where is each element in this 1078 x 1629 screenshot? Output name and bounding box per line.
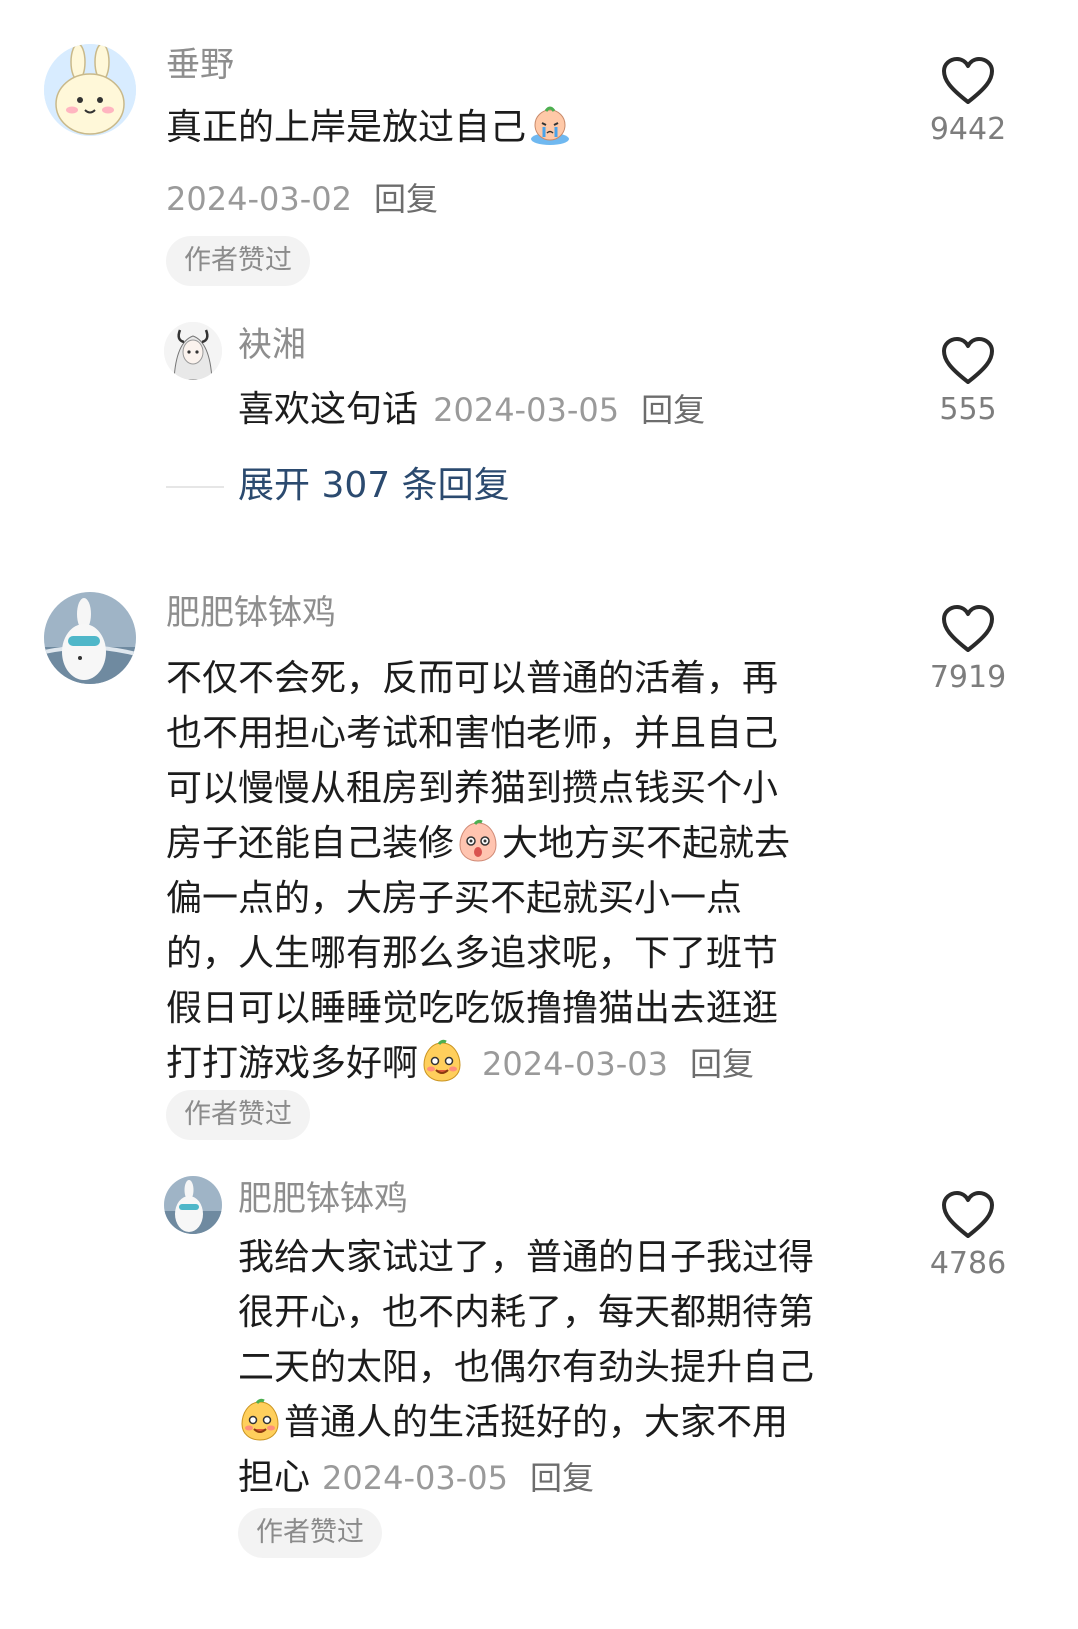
reply-text: 我给大家试过了，普通的日子我过得 很开心，也不内耗了，每天都期待第 二天的太阳，… — [238, 1230, 898, 1506]
comment-text-line: 也不用担心考试和害怕老师，并且自己 — [166, 713, 779, 754]
comment-username[interactable]: 垂野 — [166, 45, 234, 85]
comment-text-line: 真正的上岸是放过自己 — [166, 107, 527, 148]
reply-button[interactable]: 回复 — [641, 391, 705, 429]
avatar-meixiang[interactable] — [164, 322, 222, 380]
comment-meta: 2024-03-02 回复 — [166, 174, 438, 220]
like-count: 555 — [939, 392, 997, 427]
like-button[interactable]: 555 — [913, 336, 1023, 428]
reply-date: 2024-03-05 — [322, 1459, 508, 1497]
comment-text-line: 的，人生哪有那么多追求呢，下了班节 — [166, 933, 779, 974]
reply-body: 喜欢这句话 2024-03-05 回复 — [238, 380, 705, 432]
like-button[interactable]: 4786 — [913, 1190, 1023, 1282]
shocked-peach-emoji-icon — [456, 819, 500, 863]
comment-text-segment: 打打游戏多好啊 — [166, 1043, 419, 1084]
author-liked-badge: 作者赞过 — [166, 1090, 310, 1140]
heart-outline-icon — [942, 605, 994, 652]
smiling-emoji-icon — [238, 1398, 282, 1442]
expand-divider — [166, 486, 224, 488]
like-button[interactable]: 7919 — [913, 604, 1023, 696]
comment-username[interactable]: 肥肥钵钵鸡 — [166, 593, 336, 633]
author-liked-badge: 作者赞过 — [166, 236, 310, 286]
reply-button[interactable]: 回复 — [374, 180, 438, 218]
comment-text-segment: 大地方买不起就去 — [502, 823, 791, 864]
like-count: 7919 — [929, 660, 1007, 695]
reply-username[interactable]: 肥肥钵钵鸡 — [238, 1179, 408, 1219]
comment-text: 不仅不会死，反而可以普通的活着，再 也不用担心考试和害怕老师，并且自己 可以慢慢… — [166, 651, 896, 1092]
reply-date: 2024-03-05 — [433, 391, 620, 429]
heart-outline-icon — [942, 337, 994, 384]
comment-text-line: 可以慢慢从租房到养猫到攒点钱买个小 — [166, 768, 779, 809]
avatar-feifei[interactable] — [44, 592, 136, 684]
like-button[interactable]: 9442 — [913, 56, 1023, 148]
like-count: 4786 — [929, 1246, 1007, 1281]
heart-outline-icon — [942, 57, 994, 104]
comment-date: 2024-03-03 — [482, 1045, 668, 1083]
reply-text-line: 我给大家试过了，普通的日子我过得 — [238, 1237, 815, 1278]
reply-text-line: 二天的太阳，也偶尔有劲头提升自己 — [238, 1347, 815, 1388]
like-count: 9442 — [929, 112, 1007, 147]
comment-text-line: 偏一点的，大房子买不起就买小一点 — [166, 878, 743, 919]
reply-button[interactable]: 回复 — [530, 1459, 594, 1497]
heart-outline-icon — [942, 1191, 994, 1238]
smiling-emoji-icon — [420, 1039, 464, 1083]
reply-button[interactable]: 回复 — [690, 1045, 754, 1083]
expand-replies-link[interactable]: 展开 307 条回复 — [238, 464, 510, 508]
comment-date: 2024-03-02 — [166, 180, 352, 218]
author-liked-badge: 作者赞过 — [238, 1508, 382, 1558]
comment-text-line: 不仅不会死，反而可以普通的活着，再 — [166, 658, 779, 699]
reply-text-line: 很开心，也不内耗了，每天都期待第 — [238, 1292, 815, 1333]
comment-text-line: 假日可以睡睡觉吃吃饭撸撸猫出去逛逛 — [166, 988, 779, 1029]
avatar-feifei-reply[interactable] — [164, 1176, 222, 1234]
comment-text-segment: 房子还能自己装修 — [166, 823, 455, 864]
reply-text-segment: 担心 — [238, 1457, 311, 1498]
crying-emoji-icon — [528, 103, 572, 147]
reply-text-segment: 普通人的生活挺好的，大家不用 — [284, 1402, 789, 1443]
comment-text: 真正的上岸是放过自己 — [166, 100, 886, 155]
reply-text: 喜欢这句话 — [238, 389, 419, 430]
avatar-chuiye[interactable] — [44, 44, 136, 136]
reply-username[interactable]: 袂湘 — [238, 325, 306, 365]
